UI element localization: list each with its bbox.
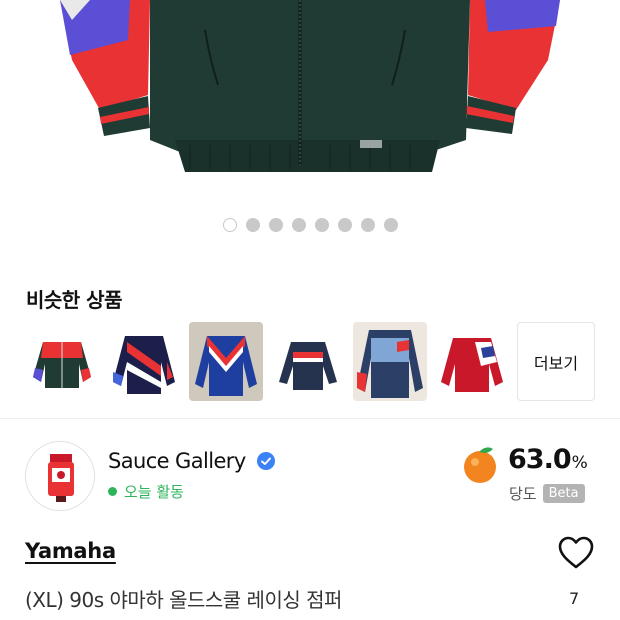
online-dot-icon <box>108 487 117 496</box>
brand-link[interactable]: Yamaha <box>25 539 116 563</box>
similar-product-thumb-5[interactable] <box>353 322 427 401</box>
sauce-bottle-icon <box>48 454 74 502</box>
carousel-dot-active[interactable] <box>222 218 237 232</box>
product-main-image[interactable] <box>0 0 620 200</box>
jacket-thumbnail-4-icon <box>271 322 345 401</box>
beta-badge: Beta <box>542 484 585 503</box>
activity-label: 오늘 활동 <box>124 483 184 501</box>
sweetness-score-unit: % <box>571 453 588 473</box>
jacket-thumbnail-6-icon <box>435 322 509 401</box>
seller-avatar[interactable] <box>25 441 95 511</box>
sweetness-score-value: 63.0 <box>508 444 572 475</box>
carousel-dot[interactable] <box>337 218 352 232</box>
carousel-indicator[interactable] <box>0 218 620 234</box>
jacket-thumbnail-3-icon <box>189 322 263 401</box>
orange-fruit-icon <box>464 447 496 483</box>
product-title: (XL) 90s 야마하 올드스쿨 레이싱 점퍼 <box>25 588 342 612</box>
like-count: 7 <box>569 589 580 608</box>
similar-products-title: 비슷한 상품 <box>26 288 122 312</box>
jacket-thumbnail-1-icon <box>25 322 99 401</box>
similar-product-thumb-6[interactable] <box>435 322 509 401</box>
similar-product-thumb-1[interactable] <box>25 322 99 401</box>
seller-activity: 오늘 활동 <box>108 481 184 502</box>
racing-jacket-photo <box>60 0 560 172</box>
similar-product-thumb-3[interactable] <box>189 322 263 401</box>
verified-check-icon <box>257 452 275 470</box>
sweetness-label: 당도 <box>509 485 537 503</box>
similar-product-thumb-4[interactable] <box>271 322 345 401</box>
carousel-dot[interactable] <box>245 218 260 232</box>
jacket-thumbnail-5-icon <box>353 322 427 401</box>
carousel-dot[interactable] <box>314 218 329 232</box>
carousel-dot[interactable] <box>383 218 398 232</box>
carousel-dot[interactable] <box>291 218 306 232</box>
similar-products-list: 더보기 <box>25 322 595 401</box>
jacket-thumbnail-2-icon <box>107 322 181 401</box>
see-more-button[interactable]: 더보기 <box>517 322 595 401</box>
carousel-dot[interactable] <box>268 218 283 232</box>
carousel-dot[interactable] <box>360 218 375 232</box>
sweetness-score: 63.0% <box>508 444 588 475</box>
seller-name[interactable]: Sauce Gallery <box>108 449 246 473</box>
heart-outline-icon[interactable] <box>557 535 595 571</box>
similar-product-thumb-2[interactable] <box>107 322 181 401</box>
section-divider <box>0 418 620 419</box>
sweetness-row: 당도 Beta <box>509 483 585 504</box>
